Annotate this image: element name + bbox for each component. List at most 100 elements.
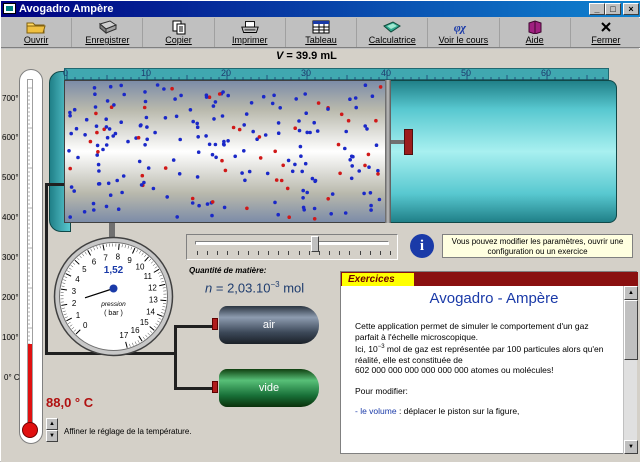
gas-particle <box>248 170 252 174</box>
pipe <box>174 325 214 328</box>
gas-particle <box>106 136 110 140</box>
text-run: : déplacer le piston sur la figure, <box>397 406 520 416</box>
gauge-value: 1,52 <box>104 265 124 276</box>
gauge-tick-label: 17 <box>119 331 128 340</box>
gas-particle <box>83 133 87 137</box>
temp-scale-label: 700° <box>2 94 19 103</box>
paragraph: 602 000 000 000 000 000 000 atomes ou mo… <box>355 365 613 376</box>
particle-field <box>65 81 386 223</box>
maximize-button[interactable]: □ <box>605 3 621 15</box>
gas-particle <box>143 90 147 94</box>
gas-particle <box>153 131 157 135</box>
quit-button[interactable]: Fermer <box>571 18 640 47</box>
printer-icon <box>240 19 260 35</box>
table-button[interactable]: Tableau <box>286 18 357 47</box>
temperature-down-button[interactable]: ▼ <box>46 430 58 442</box>
air-valve[interactable] <box>212 318 218 330</box>
gas-particle <box>126 140 130 144</box>
gas-particle <box>122 93 126 97</box>
scroll-down-button[interactable]: ▼ <box>624 440 638 454</box>
pressure-gauge: 01234567891011121314151617 1,52 pression… <box>53 236 174 357</box>
close-button[interactable]: × <box>623 3 639 15</box>
paragraph: Cette application permet de simuler le c… <box>355 321 613 342</box>
ruler-tick-label: 40 <box>381 68 391 78</box>
gas-particle <box>95 131 99 135</box>
course-button[interactable]: φχ Voir le cours <box>428 18 499 47</box>
gauge-tick-label: 10 <box>136 263 145 272</box>
gas-particle <box>369 204 373 208</box>
calculator-label: Calculatrice <box>369 35 416 46</box>
vacuum-valve[interactable] <box>212 381 218 393</box>
text-run: mol de gaz est représentée par 100 parti… <box>355 344 604 365</box>
gas-chamber <box>64 80 386 223</box>
gauge-tick-label: 16 <box>131 326 140 335</box>
gauge-tick-label: 12 <box>148 283 157 292</box>
quantity-exponent: −3 <box>270 280 279 289</box>
gas-particle <box>326 197 330 201</box>
app-icon[interactable] <box>3 3 16 14</box>
scroll-thumb[interactable] <box>624 300 638 360</box>
gas-particle <box>374 119 378 123</box>
gauge-tick-label: 13 <box>149 296 158 305</box>
info-icon[interactable]: i <box>410 234 434 258</box>
gas-particle <box>115 179 119 183</box>
piston-rod[interactable] <box>391 140 405 144</box>
gas-particle <box>107 182 111 186</box>
gas-particle <box>280 179 284 183</box>
gas-particle <box>351 155 355 159</box>
copy-button[interactable]: Copier <box>143 18 214 47</box>
paragraph: Pour modifier: <box>355 386 613 397</box>
gas-particle <box>68 215 72 219</box>
gauge-unit: ( bar ) <box>104 310 123 317</box>
close-x-icon <box>596 19 616 35</box>
gas-particle <box>172 158 176 162</box>
gas-particle <box>92 202 96 206</box>
gauge-tick-label: 1 <box>76 311 81 320</box>
exercises-scrollbar[interactable]: ▲ ▼ <box>623 286 637 454</box>
vacuum-bottle[interactable]: vide <box>219 369 319 407</box>
print-button[interactable]: Imprimer <box>215 18 286 47</box>
minimize-button[interactable]: _ <box>589 3 605 15</box>
gas-particle <box>145 125 149 129</box>
help-button[interactable]: Aide <box>500 18 571 47</box>
fine-tune-label: Affiner le réglage de la température. <box>64 427 191 436</box>
calculator-button[interactable]: Calculatrice <box>357 18 428 47</box>
scroll-up-button[interactable]: ▲ <box>624 286 638 300</box>
vacuum-bottle-label: vide <box>219 369 319 407</box>
app-window: Avogadro Ampère _ □ × Ouvrir Enregistrer… <box>0 0 640 461</box>
piston-slider[interactable] <box>186 234 398 260</box>
calculator-icon <box>382 19 402 35</box>
pipe <box>174 325 177 390</box>
gas-particle <box>175 215 179 219</box>
title-bar[interactable]: Avogadro Ampère _ □ × <box>1 1 640 17</box>
ruler-tick-label: 50 <box>461 68 471 78</box>
gas-particle <box>68 111 72 115</box>
gas-particle <box>214 156 218 160</box>
gas-particle <box>347 119 351 123</box>
temperature-up-button[interactable]: ▲ <box>46 418 58 430</box>
tab-exercises[interactable]: Exercices <box>342 273 414 286</box>
air-bottle[interactable]: air <box>219 306 319 344</box>
gas-particle <box>106 99 110 103</box>
text-run: Ici, 10 <box>355 344 378 354</box>
gas-particle <box>211 153 215 157</box>
gas-particle <box>205 93 209 97</box>
thermometer-mercury[interactable] <box>28 344 32 429</box>
gas-particle <box>196 175 200 179</box>
piston-handle[interactable] <box>404 129 413 155</box>
volume-link[interactable]: - le volume <box>355 406 397 416</box>
slider-thumb[interactable] <box>311 236 319 252</box>
open-label: Ouvrir <box>24 35 49 46</box>
gas-particle <box>189 108 193 112</box>
exercises-title: Avogadro - Ampère <box>355 290 613 307</box>
save-button[interactable]: Enregistrer <box>72 18 143 47</box>
piston[interactable] <box>385 80 391 223</box>
gas-particle <box>208 143 212 147</box>
gas-particle <box>312 121 316 125</box>
gas-particle <box>214 143 218 147</box>
open-button[interactable]: Ouvrir <box>1 18 72 47</box>
gas-particle <box>294 97 298 101</box>
gas-particle <box>375 143 379 147</box>
gauge-tick-label: 5 <box>82 265 87 274</box>
gas-particle <box>300 170 304 174</box>
